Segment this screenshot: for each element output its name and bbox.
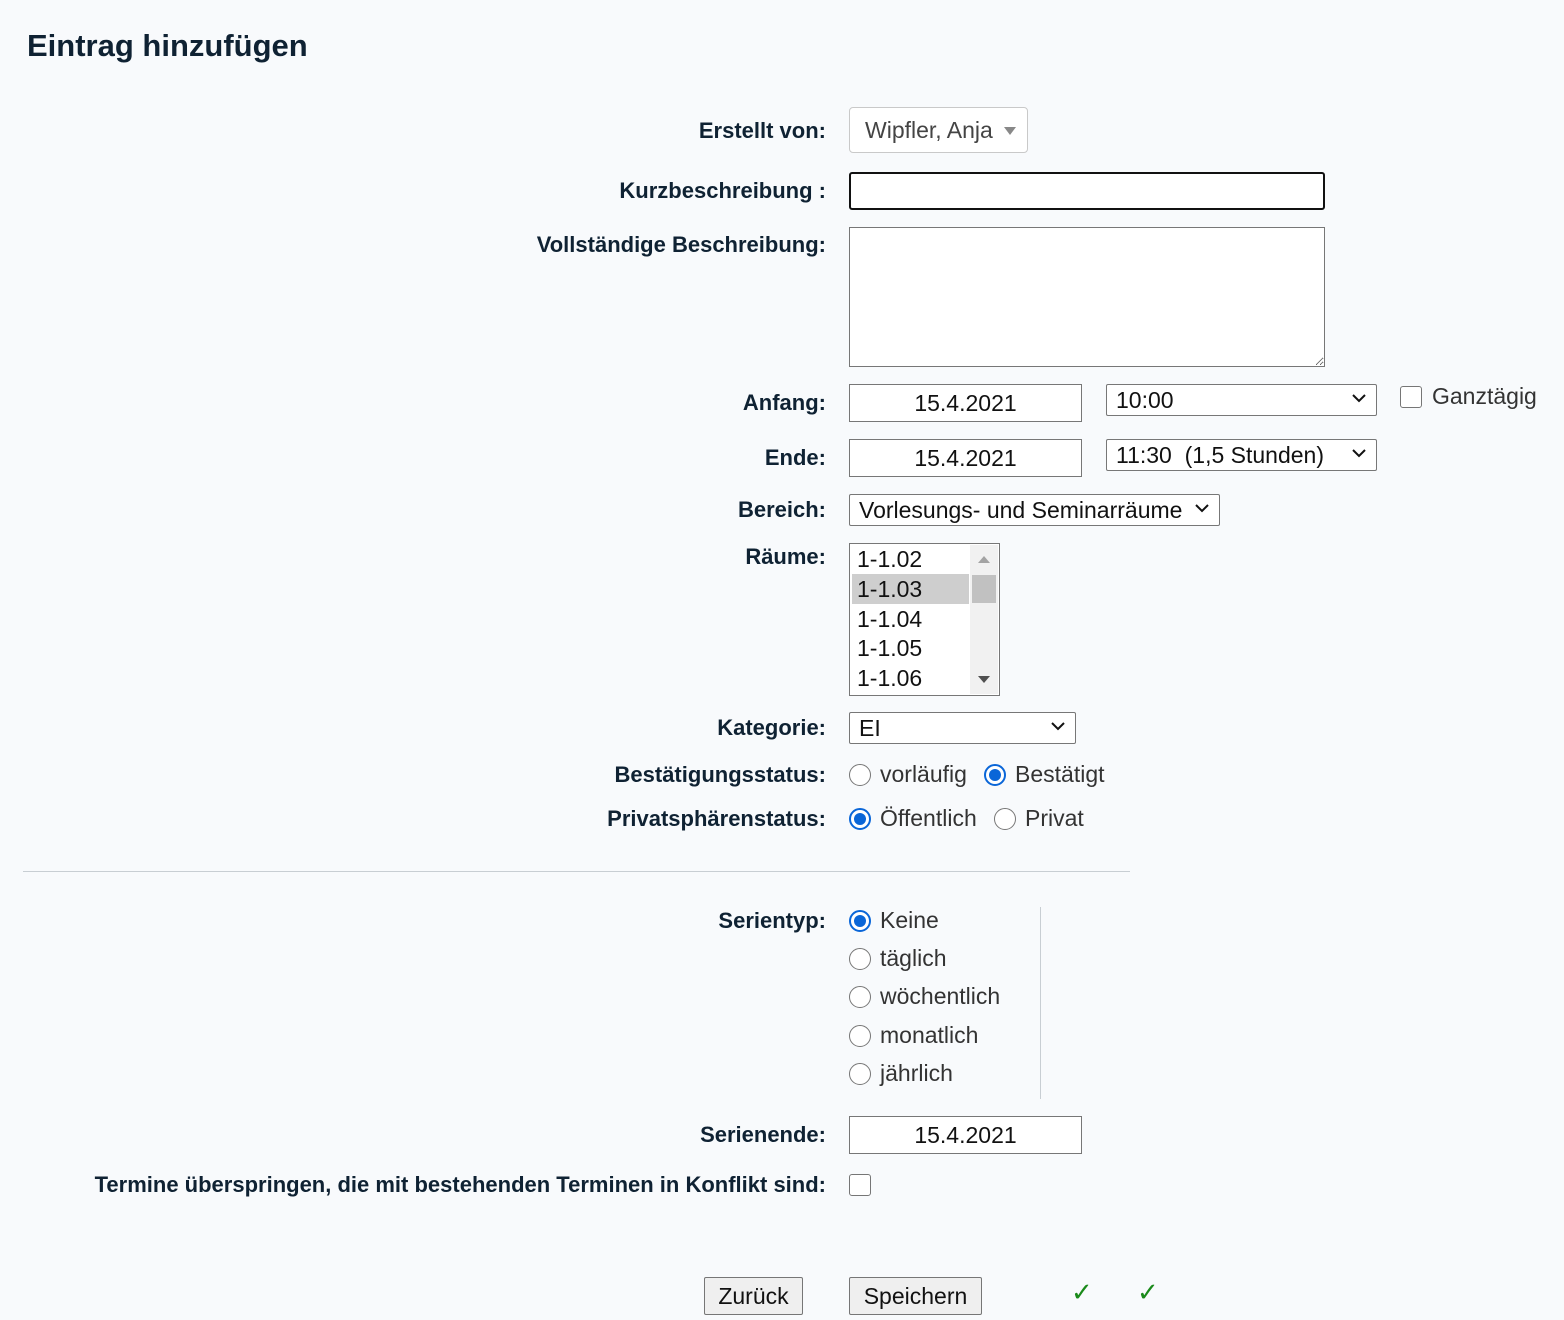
repeat-option-label: täglich bbox=[880, 945, 947, 971]
repeat-type-label: Serientyp: bbox=[718, 908, 826, 933]
privacy-label: Privatsphärenstatus: bbox=[607, 806, 826, 831]
repeat-radio-none[interactable] bbox=[849, 910, 871, 932]
confirmation-option-label: vorläufig bbox=[880, 761, 967, 787]
end-time-select[interactable]: 11:30 (1,5 Stunden) bbox=[1106, 439, 1377, 471]
repeat-option-label: monatlich bbox=[880, 1022, 979, 1048]
chevron-down-icon bbox=[1195, 504, 1209, 513]
start-date-input[interactable]: 15.4.2021 bbox=[849, 384, 1082, 422]
save-button[interactable]: Speichern bbox=[849, 1277, 982, 1315]
end-label: Ende: bbox=[764, 445, 826, 470]
privacy-radio-private[interactable] bbox=[994, 808, 1016, 830]
scroll-down-arrow-icon[interactable] bbox=[978, 676, 990, 683]
repeat-radio-monthly[interactable] bbox=[849, 1025, 871, 1047]
rooms-scrollbar[interactable] bbox=[970, 545, 998, 694]
created-by-label: Erstellt von: bbox=[698, 118, 826, 143]
skip-conflicts-checkbox[interactable] bbox=[849, 1174, 871, 1196]
rooms-listbox[interactable]: 1-1.02 1-1.03 1-1.04 1-1.05 1-1.06 bbox=[849, 543, 1000, 696]
short-desc-input[interactable] bbox=[849, 172, 1325, 210]
repeat-option-label: Keine bbox=[880, 907, 939, 933]
start-time-value: 10:00 bbox=[1116, 386, 1174, 413]
area-label: Bereich: bbox=[737, 497, 826, 522]
repeat-end-date-input[interactable]: 15.4.2021 bbox=[849, 1116, 1082, 1154]
privacy-option-label: Privat bbox=[1025, 805, 1084, 831]
scrollbar-thumb[interactable] bbox=[972, 575, 996, 603]
category-select[interactable]: EI bbox=[849, 712, 1076, 744]
area-value: Vorlesungs- und Seminarräume bbox=[859, 496, 1183, 523]
allday-label: Ganztägig bbox=[1432, 383, 1537, 409]
created-by-value: Wipfler, Anja bbox=[865, 116, 993, 143]
full-desc-label: Vollständige Beschreibung: bbox=[536, 232, 826, 257]
caret-down-icon bbox=[1004, 127, 1016, 135]
privacy-option-label: Öffentlich bbox=[880, 805, 977, 831]
check-icon: ✓ bbox=[1071, 1278, 1093, 1308]
start-time-select[interactable]: 10:00 bbox=[1106, 384, 1377, 416]
start-label: Anfang: bbox=[742, 390, 826, 415]
room-option[interactable]: 1-1.04 bbox=[852, 604, 969, 634]
repeat-end-label: Serienende: bbox=[700, 1122, 826, 1147]
confirmation-label: Bestätigungsstatus: bbox=[614, 762, 826, 787]
repeat-option-label: wöchentlich bbox=[880, 983, 1001, 1009]
repeat-radio-yearly[interactable] bbox=[849, 1063, 871, 1085]
chevron-down-icon bbox=[1352, 449, 1366, 458]
repeat-option-label: jährlich bbox=[880, 1060, 953, 1086]
chevron-down-icon bbox=[1051, 722, 1065, 731]
confirmation-option-label: Bestätigt bbox=[1015, 761, 1105, 787]
short-desc-label: Kurzbeschreibung : bbox=[619, 178, 826, 203]
category-value: EI bbox=[859, 714, 881, 741]
room-option[interactable]: 1-1.02 bbox=[852, 544, 969, 574]
confirmation-radio-confirmed[interactable] bbox=[984, 764, 1006, 786]
check-icon: ✓ bbox=[1137, 1278, 1159, 1308]
full-desc-textarea[interactable] bbox=[849, 227, 1325, 367]
section-divider bbox=[23, 871, 1130, 872]
end-time-value: 11:30 (1,5 Stunden) bbox=[1116, 441, 1324, 468]
allday-checkbox[interactable] bbox=[1400, 386, 1422, 408]
room-option-selected[interactable]: 1-1.03 bbox=[852, 574, 969, 604]
scroll-up-arrow-icon[interactable] bbox=[978, 556, 990, 563]
privacy-radio-public[interactable] bbox=[849, 808, 871, 830]
area-select[interactable]: Vorlesungs- und Seminarräume bbox=[849, 494, 1220, 526]
room-option[interactable]: 1-1.06 bbox=[852, 663, 969, 693]
page-title: Eintrag hinzufügen bbox=[27, 28, 308, 63]
created-by-select[interactable]: Wipfler, Anja bbox=[849, 107, 1028, 153]
skip-conflicts-label: Termine überspringen, die mit bestehende… bbox=[94, 1172, 826, 1197]
confirmation-radio-tentative[interactable] bbox=[849, 764, 871, 786]
rooms-label: Räume: bbox=[745, 544, 826, 569]
category-label: Kategorie: bbox=[717, 715, 826, 740]
end-date-input[interactable]: 15.4.2021 bbox=[849, 439, 1082, 477]
repeat-radio-weekly[interactable] bbox=[849, 986, 871, 1008]
room-option[interactable]: 1-1.05 bbox=[852, 633, 969, 663]
repeat-options-divider bbox=[1040, 907, 1041, 1099]
back-button[interactable]: Zurück bbox=[704, 1277, 803, 1315]
chevron-down-icon bbox=[1352, 394, 1366, 403]
repeat-radio-daily[interactable] bbox=[849, 948, 871, 970]
